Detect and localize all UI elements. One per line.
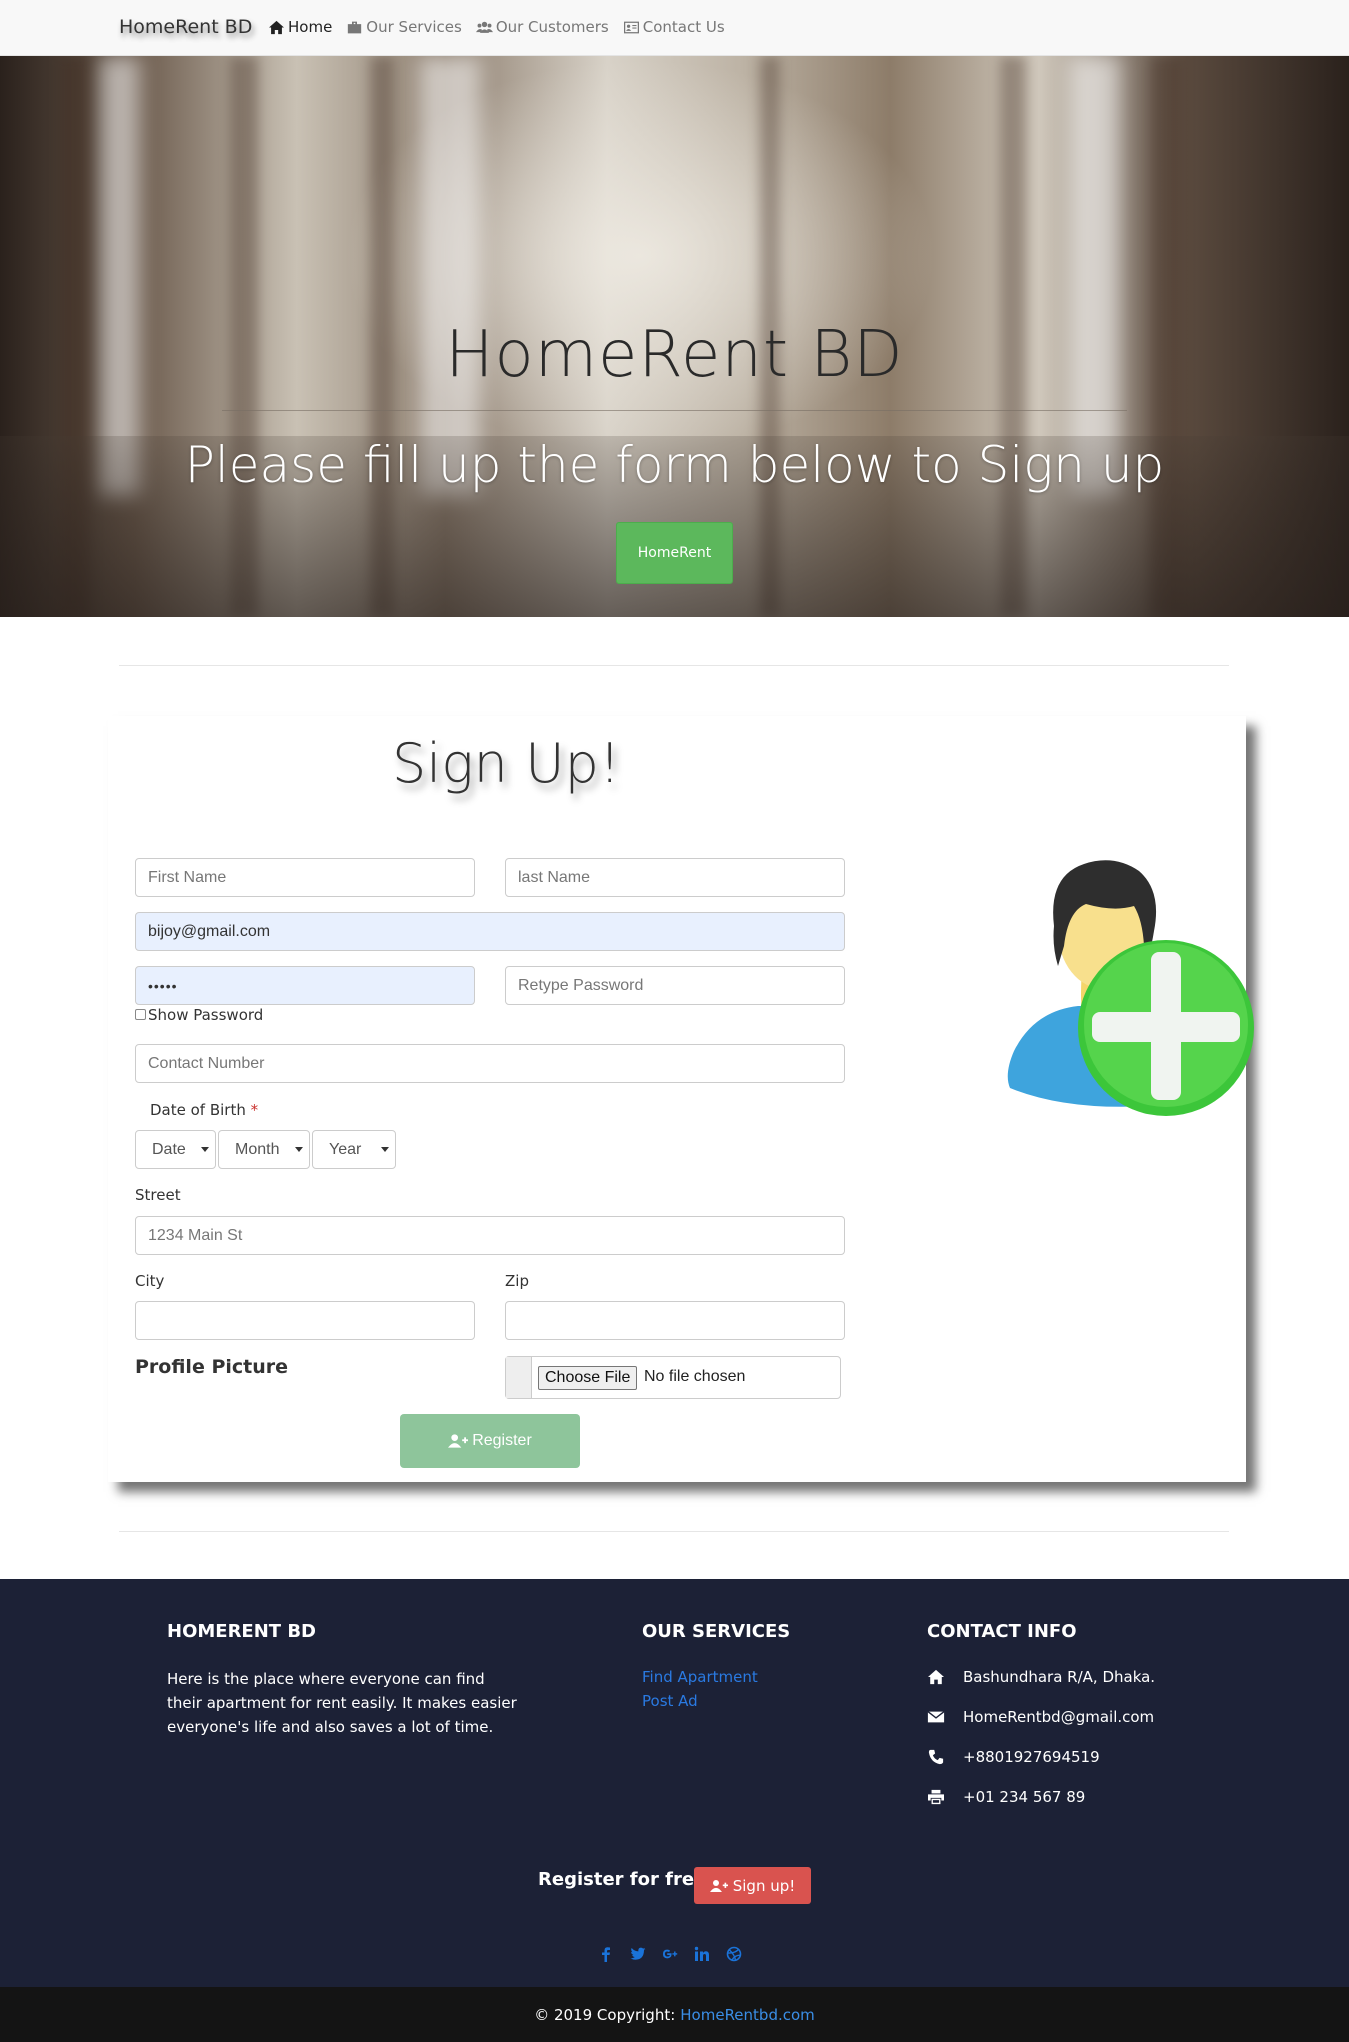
footer-contact-heading: CONTACT INFO <box>927 1621 1077 1642</box>
register-button[interactable]: Register <box>400 1414 580 1468</box>
profile-picture-file-input[interactable]: Choose File No file chosen <box>505 1356 841 1399</box>
chevron-down-icon <box>381 1147 389 1152</box>
footer-signup-button[interactable]: Sign up! <box>694 1867 811 1904</box>
facebook-icon[interactable] <box>598 1946 614 1962</box>
divider-bottom <box>119 1531 1229 1532</box>
street-input[interactable]: 1234 Main St <box>135 1216 845 1255</box>
footer-phone-text: +8801927694519 <box>963 1748 1100 1766</box>
divider-top <box>119 665 1229 666</box>
phone-icon <box>928 1749 944 1765</box>
zip-input[interactable] <box>505 1301 845 1340</box>
nav-our-customers[interactable]: Our Customers <box>475 18 609 36</box>
footer-email: HomeRentbd@gmail.com <box>927 1708 1154 1726</box>
hero-bg-light <box>420 56 480 496</box>
footer: HOMERENT BD Here is the place where ever… <box>0 1579 1349 1987</box>
hero-title: HomeRent BD <box>445 318 904 392</box>
dob-year-select[interactable]: Year <box>312 1130 396 1169</box>
footer-phone: +8801927694519 <box>927 1748 1100 1766</box>
footer-link-find-apartment[interactable]: Find Apartment <box>642 1668 758 1686</box>
footer-address-text: Bashundhara R/A, Dhaka. <box>963 1668 1156 1686</box>
nav-our-services[interactable]: Our Services <box>346 18 462 36</box>
dob-label-text: Date of Birth <box>150 1101 246 1119</box>
home-icon <box>928 1669 944 1685</box>
contact-number-input[interactable]: Contact Number <box>135 1044 845 1083</box>
nav-home-label: Home <box>288 18 333 36</box>
hero-banner: HomeRent BD Please fill up the form belo… <box>0 56 1349 617</box>
street-label: Street <box>135 1186 181 1204</box>
dob-month-value: Month <box>235 1140 280 1158</box>
envelope-icon <box>927 1711 945 1723</box>
copyright-bar: © 2019 Copyright: HomeRentbd.com <box>0 1987 1349 2042</box>
print-icon <box>928 1789 944 1805</box>
nav-contact-us[interactable]: Contact Us <box>623 18 725 36</box>
home-icon <box>269 20 284 34</box>
twitter-icon[interactable] <box>630 1946 646 1962</box>
dribbble-icon[interactable] <box>726 1946 742 1962</box>
footer-fax: +01 234 567 89 <box>927 1788 1085 1806</box>
navbar: HomeRent BD Home Our Services Our Custom… <box>0 0 1349 56</box>
register-label: Register <box>472 1432 532 1449</box>
footer-services-heading: OUR SERVICES <box>642 1621 791 1642</box>
show-password-label: Show Password <box>148 1006 264 1024</box>
footer-register-text: Register for free <box>538 1869 707 1890</box>
hero-subtitle: Please fill up the form below to Sign up <box>184 436 1165 494</box>
footer-address: Bashundhara R/A, Dhaka. <box>927 1668 1155 1686</box>
profile-picture-label: Profile Picture <box>135 1356 289 1378</box>
hero-homerent-button[interactable]: HomeRent <box>616 522 733 584</box>
first-name-input[interactable]: First Name <box>135 858 475 897</box>
nav-links: Home Our Services Our Customers Contact … <box>268 18 725 36</box>
footer-signup-label: Sign up! <box>732 1876 796 1895</box>
user-plus-icon <box>448 1434 469 1448</box>
nav-our-services-label: Our Services <box>366 18 462 36</box>
social-links <box>598 1946 742 1962</box>
user-plus-icon <box>709 1879 728 1892</box>
footer-link-post-ad[interactable]: Post Ad <box>642 1692 698 1710</box>
dob-label: Date of Birth * <box>150 1101 258 1119</box>
briefcase-icon <box>348 21 362 33</box>
footer-fax-text: +01 234 567 89 <box>963 1788 1086 1806</box>
hero-divider <box>222 410 1127 411</box>
contact-card-icon <box>623 21 639 33</box>
dob-month-select[interactable]: Month <box>218 1130 310 1169</box>
nav-our-customers-label: Our Customers <box>495 18 609 36</box>
hero-bg-light <box>100 56 140 496</box>
password-input[interactable]: ••••• <box>135 966 475 1005</box>
nav-contact-us-label: Contact Us <box>642 18 725 36</box>
signup-card: Sign Up! First Name last Name bijoy@gmai… <box>108 716 1254 1482</box>
last-name-input[interactable]: last Name <box>505 858 845 897</box>
zip-label: Zip <box>505 1272 529 1290</box>
copyright-text: © 2019 Copyright: <box>534 2005 676 2024</box>
hero-bg-light <box>1070 56 1120 496</box>
city-input[interactable] <box>135 1301 475 1340</box>
dob-date-select[interactable]: Date <box>135 1130 216 1169</box>
retype-password-input[interactable]: Retype Password <box>505 966 845 1005</box>
copyright-link[interactable]: HomeRentbd.com <box>680 2006 815 2024</box>
chevron-down-icon <box>295 1147 303 1152</box>
navbar-brand[interactable]: HomeRent BD <box>119 16 252 38</box>
chevron-down-icon <box>201 1147 209 1152</box>
footer-about-heading: HOMERENT BD <box>167 1621 317 1642</box>
dob-date-value: Date <box>152 1140 186 1158</box>
footer-about-text: Here is the place where everyone can fin… <box>167 1670 517 1736</box>
file-input-addon <box>506 1357 532 1398</box>
add-user-illustration-icon <box>1007 860 1254 1116</box>
dob-required-mark: * <box>250 1101 259 1119</box>
no-file-text: No file chosen <box>644 1368 746 1385</box>
linkedin-icon[interactable] <box>694 1946 710 1962</box>
google-plus-icon[interactable] <box>662 1946 678 1962</box>
users-icon <box>475 21 493 33</box>
city-label: City <box>135 1272 165 1290</box>
show-password-checkbox[interactable] <box>135 1009 146 1020</box>
choose-file-button[interactable]: Choose File <box>538 1366 638 1390</box>
nav-home[interactable]: Home <box>268 18 332 36</box>
footer-email-text[interactable]: HomeRentbd@gmail.com <box>963 1708 1154 1726</box>
signup-title: Sign Up! <box>392 732 621 795</box>
email-input[interactable]: bijoy@gmail.com <box>135 912 845 951</box>
dob-year-value: Year <box>329 1140 362 1158</box>
